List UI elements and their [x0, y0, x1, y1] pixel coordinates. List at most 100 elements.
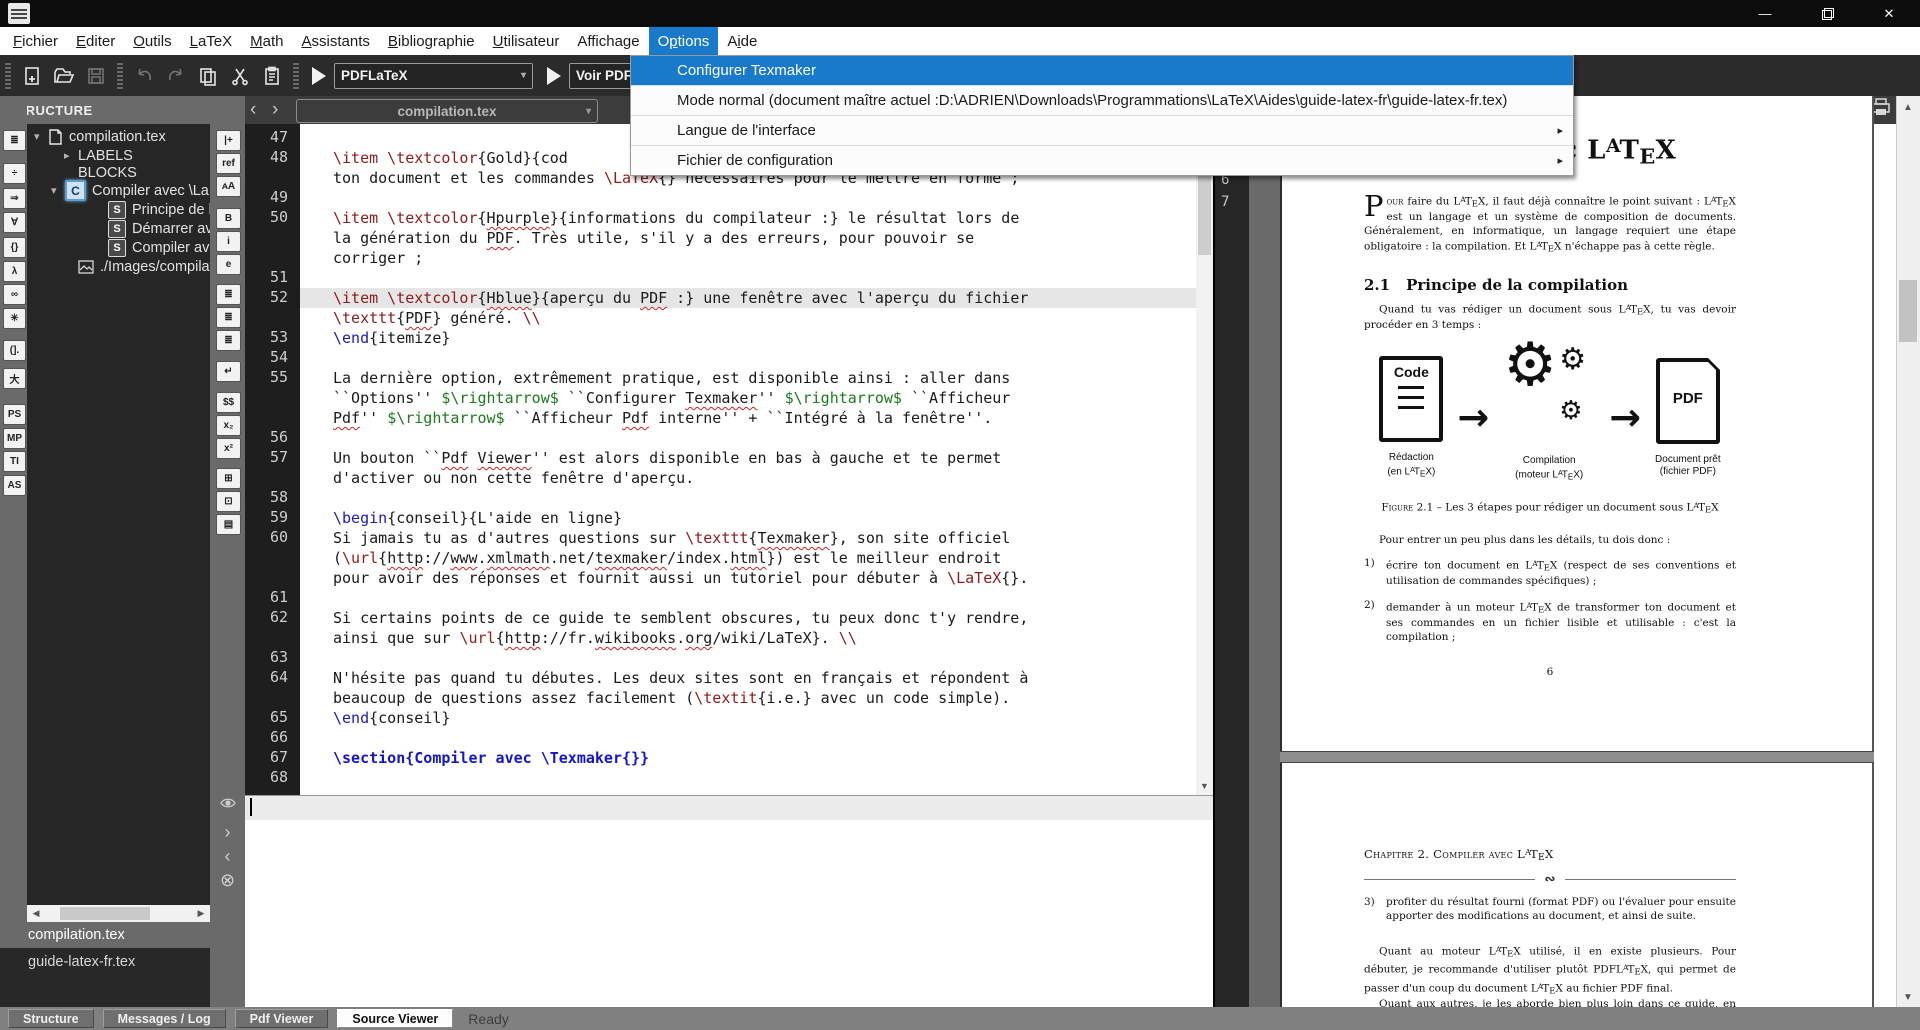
menu-item-options[interactable]: Options	[649, 27, 719, 55]
symbol-panel-tab-4[interactable]: ∀	[3, 212, 26, 233]
close-button[interactable]: ✕	[1866, 0, 1912, 27]
toolbar-grip	[117, 63, 123, 89]
popup-item-4[interactable]: Fichier de configuration▸	[631, 146, 1573, 175]
tab-next-icon[interactable]: ›	[272, 99, 278, 121]
new-document-button[interactable]	[16, 62, 48, 90]
structure-item-compiler-ave[interactable]: SCompiler ave	[108, 238, 210, 257]
code-line-wrap: Pdf'' $\rightarrow$ ``Afficheur Pdf inte…	[300, 408, 1213, 428]
menu-item-latex[interactable]: LaTeX	[181, 27, 242, 55]
menu-item-editer[interactable]: Editer	[67, 27, 124, 55]
menu-item-math[interactable]: Math	[241, 27, 292, 55]
pdf-viewer[interactable]: Compiler avec LATEXPour faire du LATEX, …	[1280, 96, 1874, 1007]
tree-twisty-icon[interactable]: ▸	[64, 149, 78, 162]
scroll-down-icon[interactable]: ▼	[1198, 779, 1211, 792]
latex-tool-button-13[interactable]: x²	[216, 438, 241, 459]
latex-tool-button-11[interactable]: $$	[216, 392, 241, 413]
maximize-button[interactable]	[1804, 0, 1850, 27]
scroll-up-icon[interactable]: ▲	[1899, 100, 1917, 114]
latex-tool-button-9[interactable]: ≣	[216, 330, 241, 351]
close-circle-icon[interactable]: ⊗	[210, 870, 245, 891]
statusbar-button-pdf-viewer[interactable]: Pdf Viewer	[235, 1009, 329, 1028]
symbol-panel-tab-7[interactable]: ∞	[3, 284, 26, 305]
popup-item-1[interactable]: Configurer Texmaker	[631, 56, 1573, 85]
structure-item-blocks[interactable]: BLOCKS	[78, 163, 137, 182]
symbol-panel-tab-11[interactable]: PS	[3, 404, 26, 425]
menu-item-assistants[interactable]: Assistants	[293, 27, 379, 55]
scroll-right-icon[interactable]: ▶	[194, 907, 208, 920]
chevron-icon[interactable]: ‹	[210, 846, 245, 867]
file-list-item[interactable]: guide-latex-fr.tex	[0, 948, 210, 970]
menu-item-outils[interactable]: Outils	[124, 27, 180, 55]
chevron-icon[interactable]: ›	[210, 822, 245, 843]
structure-item-principe-de-la[interactable]: SPrincipe de la	[108, 200, 210, 219]
symbol-panel-tab-6[interactable]: λ	[3, 261, 26, 282]
pane-splitter[interactable]	[1249, 96, 1280, 1007]
latex-tool-button-1[interactable]: |+	[216, 130, 241, 151]
latex-tool-button-14[interactable]: ⊞	[216, 468, 241, 489]
file-list-item-current[interactable]: compilation.tex	[0, 922, 210, 948]
copy-button[interactable]	[192, 62, 224, 90]
secondary-editor-pane[interactable]: 4567	[1213, 96, 1249, 1007]
structure-item--images-compilat[interactable]: ./Images/compilat	[78, 257, 210, 276]
symbol-panel-tab-1[interactable]: ≣	[3, 130, 26, 151]
latex-tool-button-8[interactable]: ≣	[216, 307, 241, 328]
eye-icon[interactable]	[210, 796, 245, 812]
undo-button[interactable]	[128, 62, 160, 90]
latex-tool-button-4[interactable]: B	[216, 208, 241, 229]
tab-prev-icon[interactable]: ‹	[250, 99, 256, 121]
log-panel[interactable]	[245, 795, 1213, 821]
latex-tool-button-6[interactable]: e	[216, 254, 241, 275]
tree-twisty-icon[interactable]: ▾	[51, 184, 65, 197]
paste-button[interactable]	[256, 62, 288, 90]
menu-item-utilisateur[interactable]: Utilisateur	[484, 27, 569, 55]
symbol-panel-tab-9[interactable]: (].	[3, 340, 26, 361]
symbol-panel-tab-10[interactable]: 大	[3, 368, 26, 389]
symbol-panel-tab-2[interactable]: ÷	[3, 163, 26, 184]
code-editor[interactable]: \item \textcolor{Gold}{codton document e…	[300, 124, 1213, 795]
statusbar-button-messages-log[interactable]: Messages / Log	[103, 1009, 226, 1028]
run-compile-button[interactable]	[312, 67, 326, 85]
latex-tool-button-12[interactable]: x₂	[216, 415, 241, 436]
menu-item-fichier[interactable]: Fichier	[4, 27, 67, 55]
latex-tool-button-7[interactable]: ≣	[216, 284, 241, 305]
statusbar-button-structure[interactable]: Structure	[8, 1009, 94, 1028]
cut-button[interactable]	[224, 62, 256, 90]
tree-twisty-icon[interactable]: ▾	[34, 130, 48, 143]
symbol-panel-tab-14[interactable]: AS	[3, 475, 26, 496]
line-number: 63	[248, 648, 288, 666]
structure-item-compilation-tex[interactable]: ▾compilation.tex	[34, 127, 166, 146]
latex-tool-button-16[interactable]: ▤	[216, 514, 241, 535]
symbol-panel-tab-3[interactable]: ⇒	[3, 188, 26, 209]
code-line-63	[300, 648, 1213, 668]
scrollbar-thumb[interactable]	[60, 907, 150, 920]
redo-button[interactable]	[160, 62, 192, 90]
open-file-tab-select[interactable]: compilation.tex ▾	[296, 99, 598, 123]
symbol-panel-tab-8[interactable]: ✳	[3, 308, 26, 329]
latex-tool-button-5[interactable]: i	[216, 231, 241, 252]
latex-tool-button-15[interactable]: ⊡	[216, 491, 241, 512]
scroll-down-icon[interactable]: ▼	[1899, 990, 1917, 1004]
code-line-60: Si jamais tu as d'autres questions sur \…	[300, 528, 1213, 548]
structure-item-compiler-avec-la[interactable]: ▾CCompiler avec \La	[51, 181, 209, 200]
menu-item-aide[interactable]: Aide	[718, 27, 766, 55]
scroll-left-icon[interactable]: ◀	[29, 907, 43, 920]
minimize-button[interactable]: —	[1742, 0, 1788, 27]
structure-item-d-marrer-av[interactable]: SDémarrer av	[108, 219, 210, 238]
pdf-vscrollbar[interactable]	[1896, 96, 1920, 1007]
menu-item-affichage[interactable]: Affichage	[568, 27, 648, 55]
open-file-button[interactable]	[48, 62, 80, 90]
compiler-select[interactable]: PDFLaTeX ▾	[334, 63, 533, 89]
run-view-button[interactable]	[547, 67, 561, 85]
symbol-panel-tab-5[interactable]: {}	[3, 237, 26, 258]
symbol-panel-tab-12[interactable]: MP	[3, 428, 26, 449]
symbol-panel-tab-13[interactable]: TI	[3, 451, 26, 472]
latex-tool-button-3[interactable]: ᴀA	[216, 176, 241, 197]
menu-item-bibliographie[interactable]: Bibliographie	[379, 27, 484, 55]
latex-tool-button-2[interactable]: ref	[216, 153, 241, 174]
scrollbar-thumb[interactable]	[1899, 280, 1917, 342]
popup-item-2[interactable]: Mode normal (document maître actuel :D:\…	[631, 86, 1573, 115]
statusbar-button-source-viewer[interactable]: Source Viewer	[337, 1009, 453, 1028]
save-button[interactable]	[80, 62, 112, 90]
popup-item-3[interactable]: Langue de l'interface▸	[631, 116, 1573, 145]
latex-tool-button-10[interactable]: ↵	[216, 361, 241, 382]
